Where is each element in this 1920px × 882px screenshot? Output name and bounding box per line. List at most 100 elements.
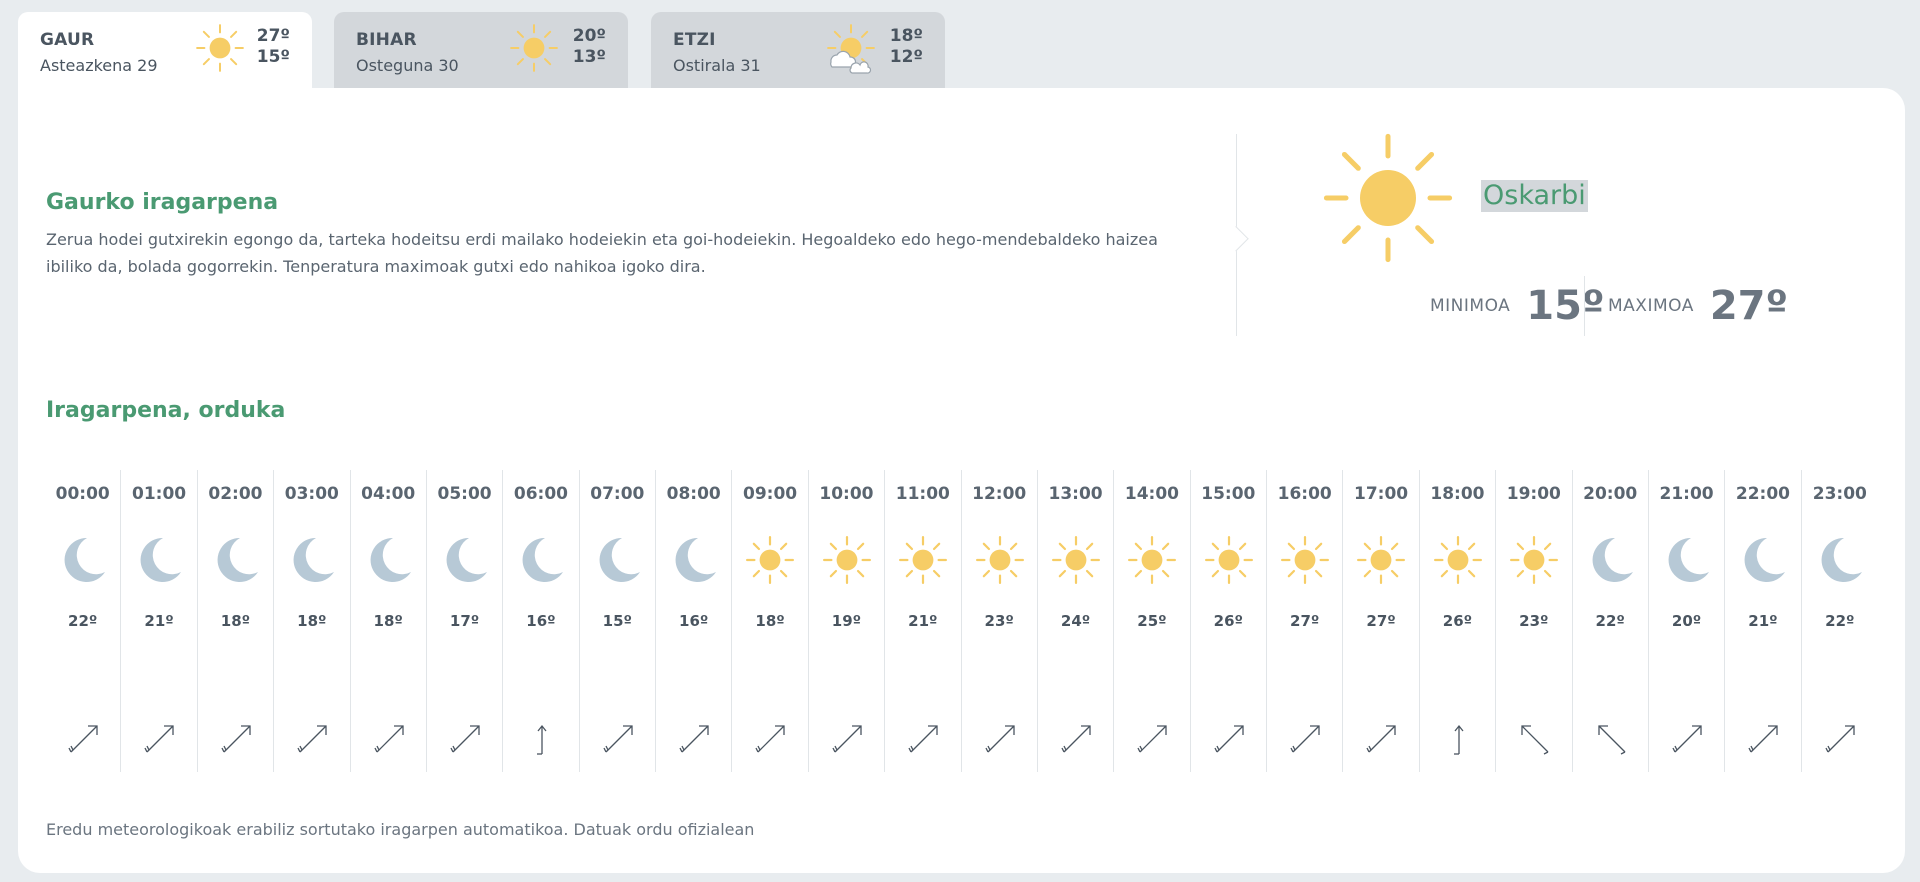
hour-time: 08:00 <box>666 484 721 504</box>
wind-arrow-icon <box>449 722 483 756</box>
tab-date-label: Asteazkena 29 <box>40 56 158 75</box>
moon-icon <box>515 534 567 586</box>
tab-day-label: BIHAR <box>356 30 417 50</box>
wind-arrow-icon <box>1365 722 1399 756</box>
sun-icon <box>1355 534 1407 586</box>
hour-temp: 17º <box>449 612 480 630</box>
hour-temp: 16º <box>679 612 709 630</box>
tab-day-label: GAUR <box>40 30 95 50</box>
hour-column: 11:00 21º <box>885 470 962 772</box>
wind-arrow-icon <box>1442 722 1476 756</box>
hour-time: 03:00 <box>284 484 339 504</box>
sun-icon <box>1050 534 1102 586</box>
wind-arrow-icon <box>296 722 330 756</box>
hour-time: 16:00 <box>1277 484 1332 504</box>
hour-temp: 18º <box>297 612 327 630</box>
hour-temp: 18º <box>755 612 785 630</box>
sun-icon <box>1508 534 1560 586</box>
tab-temps: 18º 12º <box>890 26 923 68</box>
tab-gaur[interactable]: GAUR Asteazkena 29 27º 15º <box>18 12 312 88</box>
hour-time: 20:00 <box>1583 484 1638 504</box>
moon-icon <box>1585 534 1637 586</box>
hour-column: 04:00 18º <box>351 470 427 772</box>
moon-icon <box>210 534 262 586</box>
hour-time: 17:00 <box>1354 484 1409 504</box>
tab-bihar[interactable]: BIHAR Osteguna 30 20º 13º <box>334 12 628 88</box>
hour-column: 13:00 24º <box>1038 470 1115 772</box>
moon-icon <box>439 534 491 586</box>
wind-arrow-icon <box>1824 722 1858 756</box>
hour-temp: 23º <box>1519 612 1549 630</box>
footnote: Eredu meteorologikoak erabiliz sortutako… <box>46 820 755 839</box>
moon-icon <box>133 534 185 586</box>
sun-icon <box>1432 534 1484 586</box>
hour-time: 22:00 <box>1735 484 1790 504</box>
hour-time: 23:00 <box>1812 484 1867 504</box>
max-value: 27º <box>1709 283 1789 329</box>
wind-arrow-icon <box>602 722 636 756</box>
wind-arrow-icon <box>1518 722 1552 756</box>
hour-time: 09:00 <box>743 484 798 504</box>
hour-temp: 21º <box>908 612 938 630</box>
forecast-text: Zerua hodei gutxirekin egongo da, tartek… <box>46 230 1158 276</box>
divider-arrow <box>1223 226 1249 252</box>
hour-column: 07:00 15º <box>580 470 656 772</box>
hour-temp: 21º <box>1748 612 1778 630</box>
hour-time: 14:00 <box>1124 484 1179 504</box>
hour-temp: 22º <box>1595 612 1625 630</box>
hour-temp: 22º <box>68 612 98 630</box>
tab-temps: 27º 15º <box>257 26 290 68</box>
hour-temp: 23º <box>984 612 1014 630</box>
sun-icon <box>1126 534 1178 586</box>
minmax-divider <box>1584 276 1585 336</box>
wind-arrow-icon <box>143 722 177 756</box>
hour-time: 11:00 <box>895 484 950 504</box>
hour-temp: 26º <box>1442 612 1473 630</box>
wind-arrow-icon <box>1213 722 1247 756</box>
hour-column: 22:00 21º <box>1725 470 1802 772</box>
hour-temp: 27º <box>1290 612 1320 630</box>
sun-icon <box>974 534 1026 586</box>
hour-time: 04:00 <box>361 484 416 504</box>
hour-column: 17:00 27º <box>1343 470 1420 772</box>
hour-temp: 24º <box>1060 612 1091 630</box>
hourly-table: 00:00 22º 01:00 21º 02:00 18º 03:00 18º … <box>45 470 1878 772</box>
hour-time: 07:00 <box>590 484 645 504</box>
wind-arrow-icon <box>373 722 407 756</box>
moon-icon <box>1737 534 1789 586</box>
wind-arrow-icon <box>1595 722 1629 756</box>
hour-column: 16:00 27º <box>1267 470 1344 772</box>
sun-icon <box>744 534 796 586</box>
moon-icon <box>668 534 720 586</box>
hour-temp: 22º <box>1825 612 1855 630</box>
hour-temp: 16º <box>526 612 556 630</box>
tab-min-temp: 12º <box>889 47 923 67</box>
moon-icon <box>286 534 338 586</box>
hour-column: 06:00 16º <box>503 470 580 772</box>
sun-icon <box>1318 128 1458 268</box>
hour-column: 05:00 17º <box>427 470 504 772</box>
hour-temp: 19º <box>831 612 862 630</box>
tab-etzi[interactable]: ETZI Ostirala 31 18º 12º <box>651 12 945 88</box>
tab-max-temp: 18º <box>889 26 923 46</box>
min-label: MINIMOA <box>1430 296 1511 316</box>
tab-temps: 20º 13º <box>573 26 606 68</box>
hour-time: 02:00 <box>208 484 263 504</box>
sun-icon <box>1279 534 1331 586</box>
hour-column: 23:00 22º <box>1802 470 1878 772</box>
moon-icon <box>1814 534 1866 586</box>
wind-arrow-icon <box>831 722 865 756</box>
hour-temp: 15º <box>602 612 632 630</box>
wind-arrow-icon <box>1289 722 1323 756</box>
hour-time: 21:00 <box>1659 484 1714 504</box>
hour-temp: 25º <box>1137 612 1167 630</box>
hour-temp: 21º <box>144 612 174 630</box>
hour-time: 13:00 <box>1048 484 1103 504</box>
moon-icon <box>1661 534 1713 586</box>
wind-arrow-icon <box>754 722 788 756</box>
hour-temp: 27º <box>1366 612 1396 630</box>
sun-icon <box>508 22 560 74</box>
moon-icon <box>57 534 109 586</box>
tab-max-temp: 20º <box>572 26 606 46</box>
hour-time: 00:00 <box>55 484 110 504</box>
